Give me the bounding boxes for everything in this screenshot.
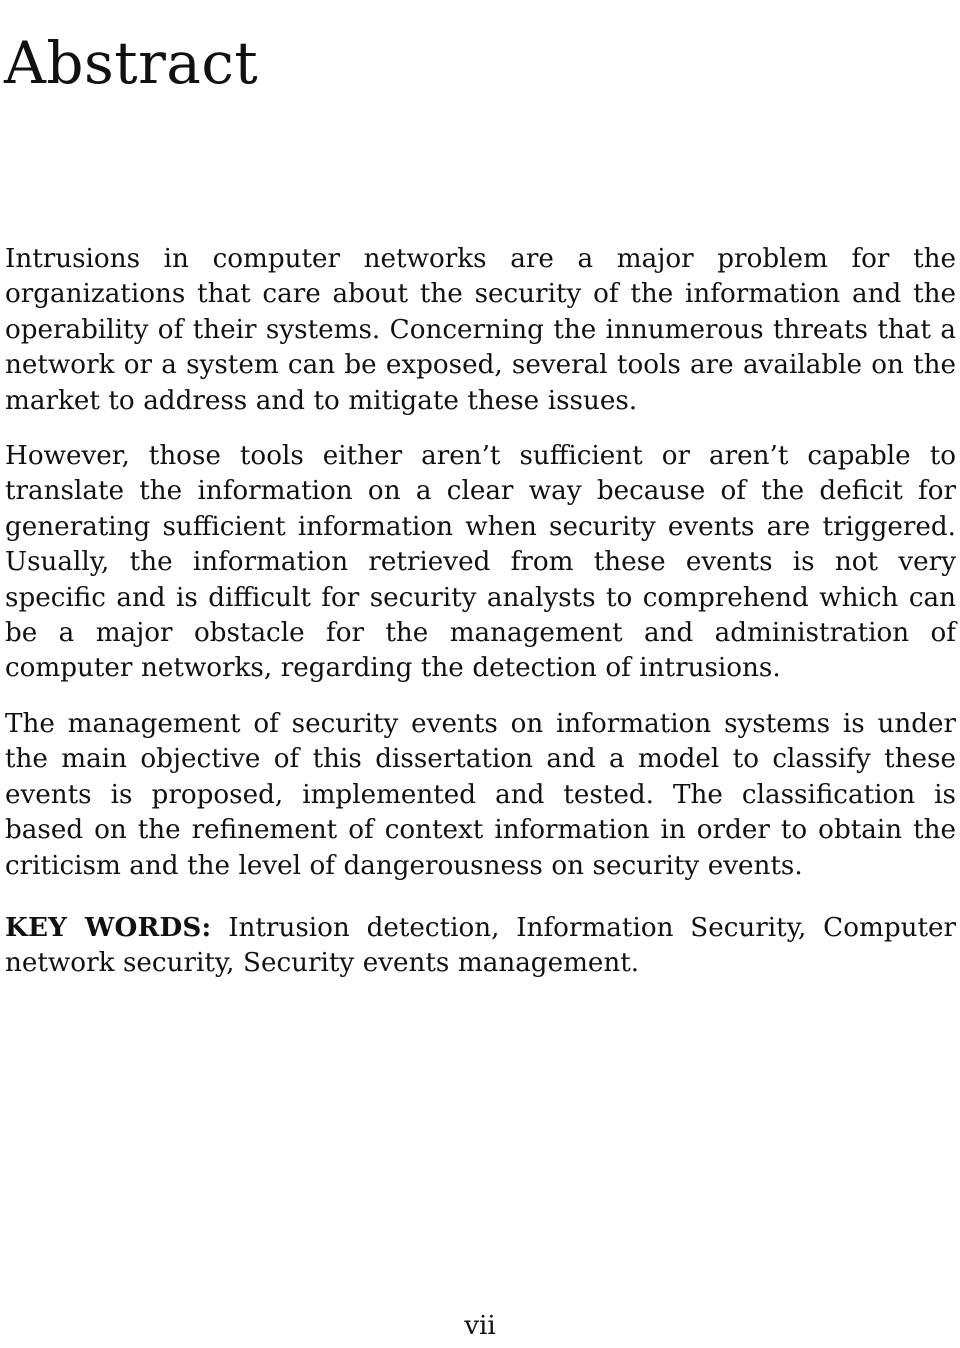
abstract-paragraph-2: However, those tools either aren’t suffi…	[5, 441, 956, 684]
abstract-paragraph-3: The management of security events on inf…	[5, 708, 956, 881]
abstract-paragraph-1: Intrusions in computer networks are a ma…	[5, 244, 956, 416]
page-number: vii	[464, 1311, 496, 1341]
abstract-body: Intrusions in computer networks are a ma…	[5, 242, 956, 982]
keywords-paragraph: KEY WORDS: Intrusion detection, Informat…	[5, 910, 956, 982]
keywords-label: KEY WORDS:	[5, 911, 212, 943]
page-title: Abstract	[4, 28, 259, 97]
document-page: Abstract Intrusions in computer networks…	[0, 0, 960, 1348]
